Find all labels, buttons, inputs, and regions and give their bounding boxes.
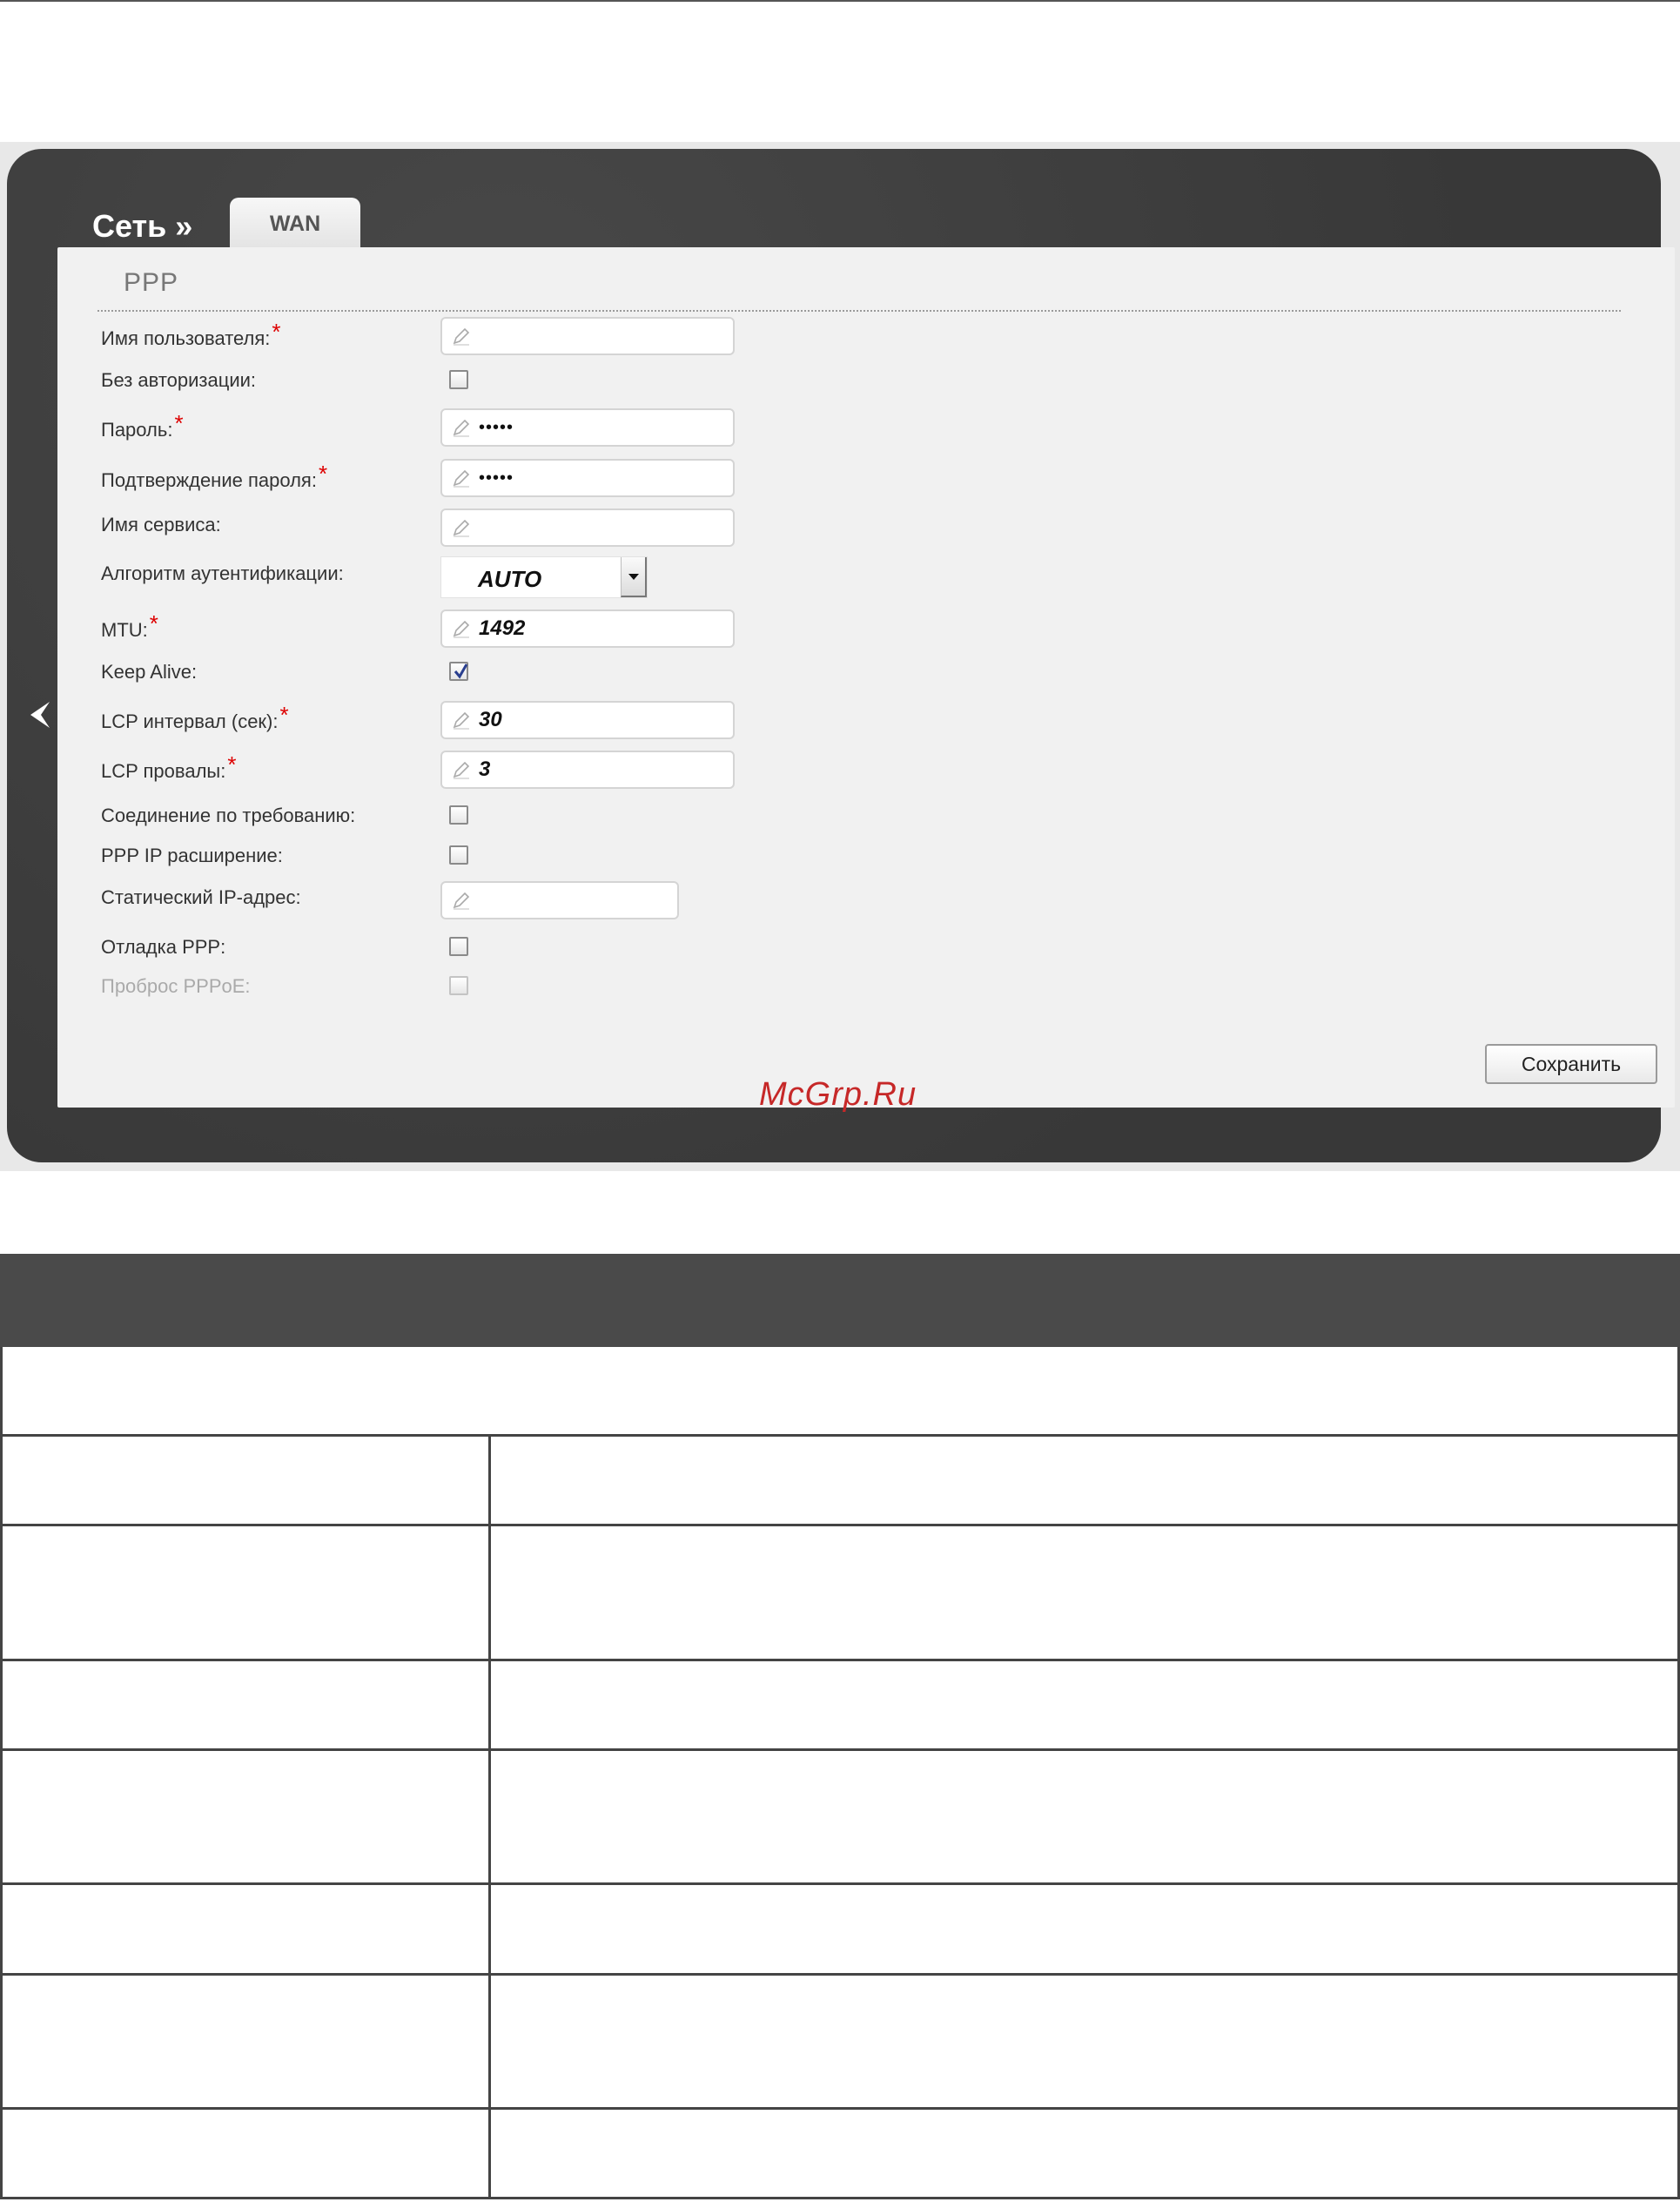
table-row	[0, 1751, 1680, 1885]
checkmark-icon	[454, 663, 468, 679]
chevron-down-icon[interactable]	[621, 557, 647, 597]
table-column-divider	[488, 1751, 491, 1882]
pencil-icon	[453, 620, 470, 638]
pencil-icon	[453, 469, 470, 488]
table-row	[0, 1437, 1680, 1526]
table-row	[0, 1976, 1680, 2110]
username-input[interactable]	[440, 317, 735, 355]
auth-algorithm-select[interactable]: AUTO	[440, 556, 648, 598]
settings-panel: PPP Имя пользователя:* Без авторизации: …	[57, 247, 1675, 1108]
pencil-icon	[453, 327, 470, 346]
section-divider	[97, 310, 1621, 312]
password-confirm-input[interactable]: •••••	[440, 459, 735, 497]
password-input[interactable]: •••••	[440, 408, 735, 447]
page-top-rule	[0, 0, 1680, 2]
password-label: Пароль:*	[101, 410, 184, 441]
ppp-debug-label: Отладка PPP:	[101, 936, 226, 958]
lcp-failures-label: LCP провалы:*	[101, 751, 237, 782]
ppp-debug-checkbox[interactable]	[449, 937, 468, 956]
table-row	[0, 1661, 1680, 1751]
no-auth-label: Без авторизации:	[101, 369, 257, 391]
pencil-icon	[453, 892, 470, 910]
ppp-ip-ext-checkbox[interactable]	[449, 845, 468, 865]
password-value: •••••	[479, 417, 514, 437]
static-ip-label: Статический IP-адрес:	[101, 886, 301, 908]
keep-alive-label: Keep Alive:	[101, 661, 198, 683]
service-name-label: Имя сервиса:	[101, 514, 221, 535]
lcp-failures-value: 3	[479, 758, 491, 781]
lcp-interval-value: 30	[479, 708, 502, 731]
watermark: McGrp.Ru	[759, 1076, 917, 1113]
lcp-interval-label: LCP интервал (сек):*	[101, 702, 289, 732]
back-arrow-icon[interactable]	[24, 697, 56, 732]
tab-wan[interactable]: WAN	[230, 198, 360, 250]
pencil-icon	[453, 761, 470, 779]
table-row	[0, 1526, 1680, 1661]
auth-algorithm-value: AUTO	[478, 566, 542, 592]
table-header	[0, 1254, 1680, 1347]
dial-on-demand-checkbox[interactable]	[449, 805, 468, 825]
table-row	[0, 1347, 1680, 1437]
table-column-divider	[488, 1661, 491, 1748]
password-confirm-label: Подтверждение пароля:*	[101, 461, 328, 491]
table-row	[0, 2110, 1680, 2199]
save-button[interactable]: Сохранить	[1485, 1044, 1657, 1084]
username-label: Имя пользователя:*	[101, 319, 281, 349]
table-column-divider	[488, 1437, 491, 1524]
table-column-divider	[488, 1526, 491, 1659]
lcp-interval-input[interactable]: 30	[440, 701, 735, 739]
pppoe-passthrough-label: Проброс PPPoE:	[101, 975, 251, 997]
keep-alive-checkbox[interactable]	[449, 662, 468, 681]
router-screenshot: Сеть » WAN PPP Имя пользователя:* Без ав…	[0, 142, 1680, 1171]
lcp-failures-input[interactable]: 3	[440, 751, 735, 789]
router-ui-frame: Сеть » WAN PPP Имя пользователя:* Без ав…	[7, 149, 1675, 1162]
mtu-value: 1492	[479, 616, 526, 640]
breadcrumb-section[interactable]: Сеть »	[92, 208, 192, 245]
section-title: PPP	[124, 268, 179, 297]
pppoe-passthrough-checkbox[interactable]	[449, 976, 468, 995]
ppp-ip-ext-label: PPP IP расширение:	[101, 845, 283, 866]
table-column-divider	[488, 1976, 491, 2107]
pencil-icon	[453, 711, 470, 730]
pencil-icon	[453, 419, 470, 437]
table-column-divider	[488, 2110, 491, 2197]
auth-algorithm-label: Алгоритм аутентификации:	[101, 562, 344, 584]
service-name-input[interactable]	[440, 508, 735, 547]
password-confirm-value: •••••	[479, 468, 514, 488]
table-row	[0, 1885, 1680, 1976]
table-column-divider	[488, 1885, 491, 1973]
static-ip-input[interactable]	[440, 881, 679, 919]
mtu-input[interactable]: 1492	[440, 609, 735, 648]
no-auth-checkbox[interactable]	[449, 370, 468, 389]
pencil-icon	[453, 519, 470, 537]
dial-on-demand-label: Соединение по требованию:	[101, 805, 356, 826]
mtu-label: MTU:*	[101, 610, 158, 641]
